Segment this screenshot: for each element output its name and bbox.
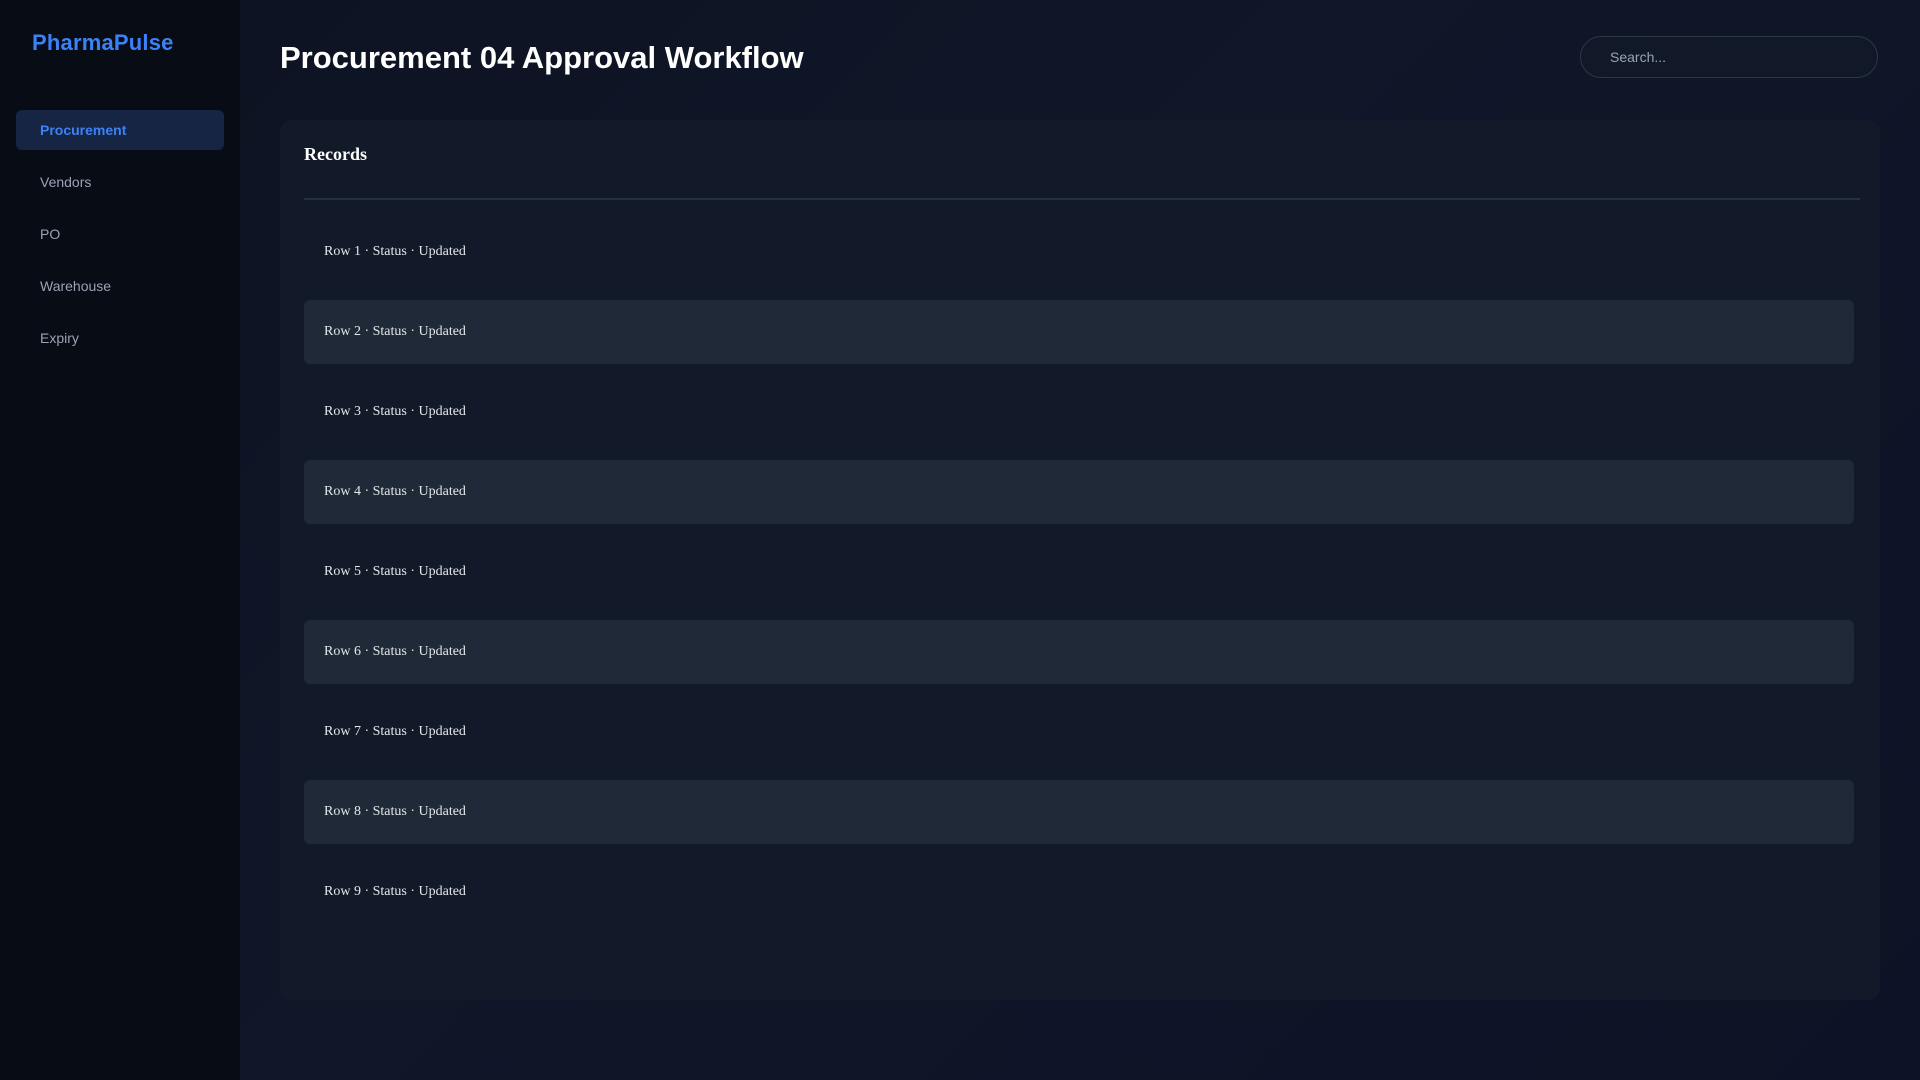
list-item[interactable]: Row 2 · Status · Updated [304,300,1854,364]
sidebar-item-vendors[interactable]: Vendors [16,162,224,202]
records-divider [304,198,1860,200]
list-item[interactable]: Row 3 · Status · Updated [304,380,1854,444]
records-list: Row 1 · Status · Updated Row 2 · Status … [304,220,1854,940]
sidebar-item-procurement[interactable]: Procurement [16,110,224,150]
brand-logo[interactable]: PharmaPulse [32,30,174,56]
records-title: Records [304,144,367,164]
sidebar-item-po[interactable]: PO [16,214,224,254]
sidebar-item-expiry[interactable]: Expiry [16,318,224,358]
list-item[interactable]: Row 5 · Status · Updated [304,540,1854,604]
sidebar-nav: Procurement Vendors PO Warehouse Expiry [16,110,224,370]
list-item[interactable]: Row 6 · Status · Updated [304,620,1854,684]
list-item[interactable]: Row 8 · Status · Updated [304,780,1854,844]
sidebar: PharmaPulse Procurement Vendors PO Wareh… [0,0,240,1080]
list-item[interactable]: Row 9 · Status · Updated [304,860,1854,924]
records-panel: Records Row 1 · Status · Updated Row 2 ·… [280,120,1880,1000]
list-item[interactable]: Row 7 · Status · Updated [304,700,1854,764]
sidebar-item-warehouse[interactable]: Warehouse [16,266,224,306]
list-item[interactable]: Row 4 · Status · Updated [304,460,1854,524]
list-item[interactable]: Row 1 · Status · Updated [304,220,1854,284]
page-title: Procurement 04 Approval Workflow [280,40,804,75]
search-input[interactable] [1580,36,1878,78]
app-window: PharmaPulse Procurement Vendors PO Wareh… [0,0,1920,1080]
